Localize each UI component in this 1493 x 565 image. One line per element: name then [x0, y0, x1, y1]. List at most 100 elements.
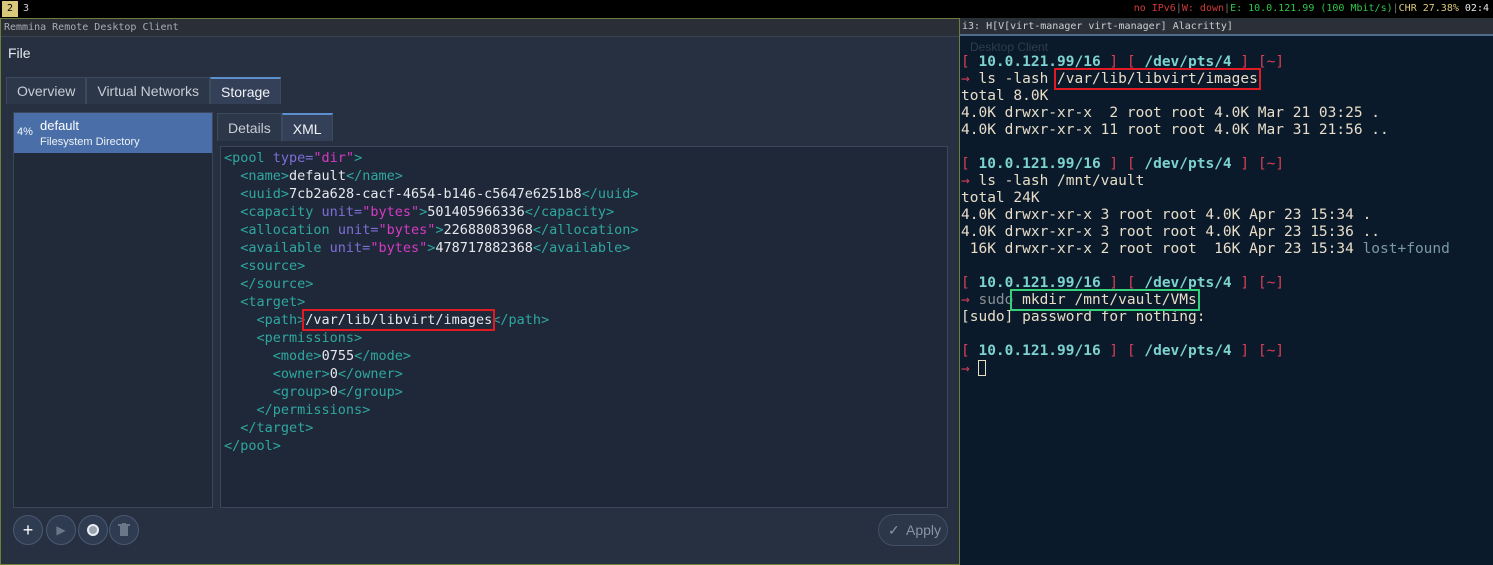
xml-tag: <uuid>	[240, 186, 290, 202]
output-line: 4.0K drwxr-xr-x 2 root root 4.0K Mar 21 …	[961, 105, 1381, 121]
i3-status-bar: 2 3 no IPv6|W: down|E: 10.0.121.99 (100 …	[0, 0, 1493, 18]
output-line: total 8.0K	[961, 88, 1049, 104]
apply-button[interactable]: ✓ Apply	[878, 514, 948, 546]
prompt-ip: 10.0.121.99/16	[978, 54, 1101, 70]
xml-tag: <group>	[272, 384, 330, 400]
pool-tabs: Details XML	[217, 113, 333, 141]
xml-tag: </source>	[240, 276, 314, 292]
pool-name: default	[40, 118, 80, 133]
start-pool-button[interactable]: ▶	[46, 515, 76, 545]
prompt-tty: /dev/pts/4	[1144, 54, 1232, 70]
status-blocks: no IPv6|W: down|E: 10.0.121.99 (100 Mbit…	[1133, 3, 1489, 14]
xml-tag: >	[419, 204, 428, 220]
xml-attr: unit=	[321, 204, 363, 220]
command-mkdir-highlighted: mkdir /mnt/vault/VMs	[1010, 289, 1200, 311]
check-icon: ✓	[888, 522, 900, 538]
xml-tag: </available>	[532, 240, 631, 256]
sudo-password-prompt: [sudo] password for nothing:	[961, 309, 1206, 325]
terminal-title: i3: H[V[virt-manager virt-manager] Alacr…	[960, 18, 1493, 36]
output-line: 16K drwxr-xr-x 2 root root 16K Apr 23 15…	[961, 241, 1363, 257]
xml-attr-value: "bytes"	[370, 240, 428, 256]
xml-attr-value: "bytes"	[378, 222, 436, 238]
wifi-status: W: down	[1181, 3, 1225, 14]
command-text: ls -lash	[978, 71, 1058, 87]
xml-editor[interactable]: <pool type="dir"> <name>default</name> <…	[220, 146, 948, 508]
output-line: 4.0K drwxr-xr-x 3 root root 4.0K Apr 23 …	[961, 224, 1381, 240]
prompt-tty: /dev/pts/4	[1144, 156, 1232, 172]
xml-tag: <permissions>	[256, 330, 363, 346]
xml-tag: </pool>	[224, 438, 281, 454]
add-pool-button[interactable]: +	[13, 515, 43, 545]
xml-allocation-value: 22688083968	[443, 222, 533, 238]
xml-tag: </owner>	[337, 366, 403, 382]
xml-tag: </permissions>	[256, 402, 371, 418]
xml-tag: </name>	[345, 168, 403, 184]
output-line: total 24K	[961, 190, 1040, 206]
pool-item-default[interactable]: 4% default Filesystem Directory	[14, 113, 212, 153]
tab-xml[interactable]: XML	[281, 113, 333, 141]
prompt-dir: [~]	[1257, 156, 1285, 172]
xml-attr-value: "bytes"	[362, 204, 420, 220]
terminal-output[interactable]: [ 10.0.121.99/16 ] [ /dev/pts/4 ] [~] → l…	[961, 54, 1491, 377]
xml-group-value: 0	[329, 384, 338, 400]
virt-manager-window: Remmina Remote Desktop Client File Overv…	[0, 18, 960, 565]
xml-tag: </allocation>	[532, 222, 639, 238]
tab-details[interactable]: Details	[217, 113, 282, 141]
menu-file[interactable]: File	[8, 45, 31, 61]
prompt-tty: /dev/pts/4	[1144, 343, 1232, 359]
command-text: ls -lash /mnt/vault	[978, 173, 1145, 189]
xml-mode-value: 0755	[321, 348, 355, 364]
pool-type: Filesystem Directory	[40, 136, 140, 148]
xml-tag: <available	[240, 240, 330, 256]
directory-name: lost+found	[1362, 241, 1450, 257]
xml-attr: type=	[272, 150, 314, 166]
storage-pool-list: 4% default Filesystem Directory	[13, 112, 213, 508]
xml-tag: <capacity	[240, 204, 322, 220]
xml-tag: </uuid>	[581, 186, 639, 202]
xml-tag: <allocation	[240, 222, 338, 238]
stop-pool-button[interactable]	[78, 515, 108, 545]
prompt-dir: [~]	[1257, 343, 1285, 359]
tab-overview[interactable]: Overview	[6, 77, 87, 104]
xml-attr-value: "dir"	[313, 150, 355, 166]
prompt-dir: [~]	[1257, 275, 1285, 291]
xml-tag: <source>	[240, 258, 306, 274]
xml-available-value: 478717882368	[435, 240, 533, 256]
stop-icon	[87, 524, 99, 536]
prompt-ip: 10.0.121.99/16	[978, 343, 1101, 359]
ethernet-status: E: 10.0.121.99 (100 Mbit/s)	[1230, 3, 1393, 14]
pool-usage-percent: 4%	[17, 126, 33, 138]
xml-uuid-value: 7cb2a628-cacf-4654-b146-c5647e6251b8	[289, 186, 582, 202]
ipv6-status: no IPv6	[1133, 3, 1176, 14]
xml-tag: <pool	[224, 150, 273, 166]
workspace-3[interactable]: 3	[18, 1, 34, 17]
xml-tag: >	[354, 150, 363, 166]
xml-tag: </path>	[492, 312, 550, 328]
xml-tag: <owner>	[272, 366, 330, 382]
play-icon: ▶	[56, 523, 66, 537]
xml-tag: >	[435, 222, 444, 238]
window-title: Remmina Remote Desktop Client	[1, 19, 959, 37]
delete-pool-button[interactable]	[109, 515, 139, 545]
main-tabs: Overview Virtual Networks Storage	[6, 77, 282, 104]
terminal-window: i3: H[V[virt-manager virt-manager] Alacr…	[960, 18, 1493, 565]
tab-virtual-networks[interactable]: Virtual Networks	[86, 77, 211, 104]
xml-path-value-highlighted: /var/lib/libvirt/images	[302, 309, 496, 331]
xml-capacity-value: 501405966336	[427, 204, 525, 220]
prompt-ip: 10.0.121.99/16	[978, 275, 1101, 291]
prompt-dir: [~]	[1257, 54, 1285, 70]
xml-tag: <name>	[240, 168, 290, 184]
clock: 02:4	[1464, 3, 1489, 14]
xml-attr: unit=	[337, 222, 379, 238]
xml-tag: </target>	[240, 420, 314, 436]
output-line: 4.0K drwxr-xr-x 11 root root 4.0K Mar 31…	[961, 122, 1389, 138]
prompt-ip: 10.0.121.99/16	[978, 156, 1101, 172]
prompt-tty: /dev/pts/4	[1144, 275, 1232, 291]
xml-tag: <path>	[256, 312, 306, 328]
xml-name-value: default	[289, 168, 346, 184]
xml-tag: </mode>	[354, 348, 411, 364]
xml-tag: <target>	[240, 294, 306, 310]
tab-storage[interactable]: Storage	[210, 77, 282, 104]
workspace-2[interactable]: 2	[2, 1, 18, 17]
ghost-window-title: Desktop Client	[970, 40, 1049, 54]
